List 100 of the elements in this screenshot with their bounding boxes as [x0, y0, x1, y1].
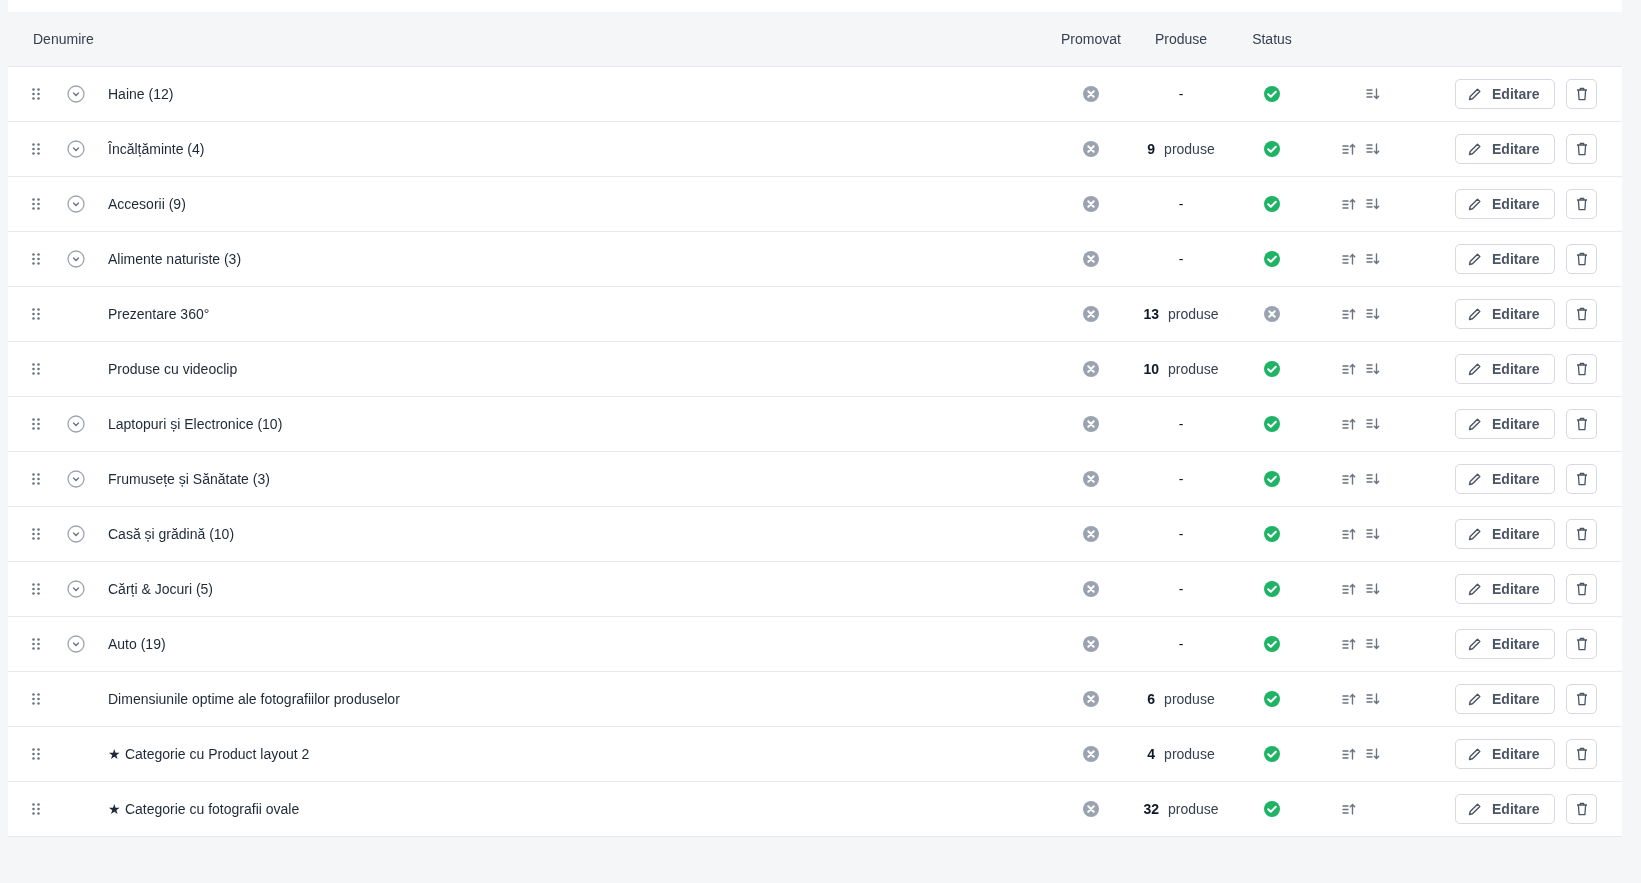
edit-button[interactable]: Editare — [1455, 794, 1555, 824]
drag-handle-icon[interactable] — [32, 88, 40, 100]
chevron-circle-icon[interactable] — [67, 195, 85, 213]
chevron-circle-icon[interactable] — [67, 525, 85, 543]
product-count: 6 — [1147, 691, 1156, 707]
drag-handle-icon[interactable] — [32, 198, 40, 210]
sort-down-icon[interactable] — [1366, 528, 1380, 540]
delete-button[interactable] — [1566, 519, 1597, 549]
pencil-icon — [1468, 582, 1482, 596]
delete-button[interactable] — [1566, 244, 1597, 274]
edit-button[interactable]: Editare — [1455, 684, 1555, 714]
sort-down-icon[interactable] — [1366, 418, 1380, 430]
sort-up-icon[interactable] — [1342, 693, 1356, 705]
delete-button[interactable] — [1566, 189, 1597, 219]
edit-button[interactable]: Editare — [1455, 464, 1555, 494]
edit-button[interactable]: Editare — [1455, 189, 1555, 219]
edit-button[interactable]: Editare — [1455, 519, 1555, 549]
edit-button[interactable]: Editare — [1455, 409, 1555, 439]
category-name: Haine (12) — [108, 86, 174, 102]
sort-up-icon[interactable] — [1342, 143, 1356, 155]
category-name: Casă și grădină (10) — [108, 526, 235, 542]
empty-dash: - — [1178, 471, 1184, 487]
empty-dash: - — [1178, 416, 1184, 432]
sort-up-icon[interactable] — [1342, 748, 1356, 760]
drag-handle-icon[interactable] — [32, 363, 40, 375]
sort-down-icon[interactable] — [1366, 693, 1380, 705]
sort-up-icon[interactable] — [1342, 418, 1356, 430]
drag-handle-icon[interactable] — [32, 473, 40, 485]
edit-button[interactable]: Editare — [1455, 244, 1555, 274]
sort-up-icon[interactable] — [1342, 638, 1356, 650]
sort-down-icon[interactable] — [1366, 198, 1380, 210]
delete-button[interactable] — [1566, 464, 1597, 494]
delete-button[interactable] — [1566, 739, 1597, 769]
sort-up-icon[interactable] — [1342, 253, 1356, 265]
drag-handle-icon[interactable] — [32, 418, 40, 430]
drag-handle-icon[interactable] — [32, 143, 40, 155]
chevron-circle-icon[interactable] — [67, 140, 85, 158]
edit-button[interactable]: Editare — [1455, 79, 1555, 109]
drag-handle-icon[interactable] — [32, 748, 40, 760]
sort-down-icon[interactable] — [1366, 363, 1380, 375]
edit-button[interactable]: Editare — [1455, 134, 1555, 164]
sort-up-icon[interactable] — [1342, 528, 1356, 540]
chevron-circle-icon[interactable] — [67, 85, 85, 103]
sort-down-icon[interactable] — [1366, 308, 1380, 320]
sort-up-icon[interactable] — [1342, 803, 1356, 815]
delete-button[interactable] — [1566, 574, 1597, 604]
product-count: 4 — [1147, 746, 1156, 762]
column-header: Denumire — [33, 31, 94, 47]
edit-button[interactable]: Editare — [1455, 629, 1555, 659]
chevron-circle-icon[interactable] — [67, 250, 85, 268]
chevron-circle-icon[interactable] — [67, 415, 85, 433]
category-name: Prezentare 360° — [108, 306, 210, 322]
category-name: Alimente naturiste (3) — [108, 251, 242, 267]
sort-down-icon[interactable] — [1366, 473, 1380, 485]
sort-down-icon[interactable] — [1366, 583, 1380, 595]
edit-button[interactable]: Editare — [1455, 299, 1555, 329]
empty-dash: - — [1178, 581, 1184, 597]
pencil-icon — [1468, 527, 1482, 541]
delete-button[interactable] — [1566, 79, 1597, 109]
drag-handle-icon[interactable] — [32, 253, 40, 265]
product-count: 10 — [1143, 361, 1159, 377]
trash-icon — [1575, 417, 1588, 431]
drag-handle-icon[interactable] — [32, 583, 40, 595]
category-name: Dimensiunile optime ale fotografiilor produselor — [108, 691, 400, 707]
sort-up-icon[interactable] — [1342, 308, 1356, 320]
trash-icon — [1575, 252, 1588, 266]
drag-handle-icon[interactable] — [32, 803, 40, 815]
sort-down-icon[interactable] — [1366, 748, 1380, 760]
chevron-circle-icon[interactable] — [67, 580, 85, 598]
product-unit: produse — [1164, 141, 1215, 157]
trash-icon — [1575, 802, 1588, 816]
drag-handle-icon[interactable] — [32, 638, 40, 650]
drag-handle-icon[interactable] — [32, 528, 40, 540]
edit-button[interactable]: Editare — [1455, 574, 1555, 604]
category-name: Încălțăminte (4) — [108, 141, 205, 157]
trash-icon — [1575, 582, 1588, 596]
sort-down-icon[interactable] — [1366, 88, 1380, 100]
delete-button[interactable] — [1566, 794, 1597, 824]
edit-button[interactable]: Editare — [1455, 739, 1555, 769]
product-count: 9 — [1147, 141, 1156, 157]
sort-up-icon[interactable] — [1342, 583, 1356, 595]
chevron-circle-icon[interactable] — [67, 635, 85, 653]
sort-up-icon[interactable] — [1342, 198, 1356, 210]
edit-button[interactable]: Editare — [1455, 354, 1555, 384]
delete-button[interactable] — [1566, 629, 1597, 659]
chevron-circle-icon[interactable] — [67, 470, 85, 488]
sort-up-icon[interactable] — [1342, 363, 1356, 375]
category-name: Frumusețe și Sănătate (3) — [108, 471, 270, 487]
delete-button[interactable] — [1566, 354, 1597, 384]
delete-button[interactable] — [1566, 409, 1597, 439]
delete-button[interactable] — [1566, 299, 1597, 329]
drag-handle-icon[interactable] — [32, 693, 40, 705]
sort-up-icon[interactable] — [1342, 473, 1356, 485]
drag-handle-icon[interactable] — [32, 308, 40, 320]
sort-down-icon[interactable] — [1366, 253, 1380, 265]
trash-icon — [1575, 197, 1588, 211]
delete-button[interactable] — [1566, 684, 1597, 714]
sort-down-icon[interactable] — [1366, 143, 1380, 155]
sort-down-icon[interactable] — [1366, 638, 1380, 650]
delete-button[interactable] — [1566, 134, 1597, 164]
